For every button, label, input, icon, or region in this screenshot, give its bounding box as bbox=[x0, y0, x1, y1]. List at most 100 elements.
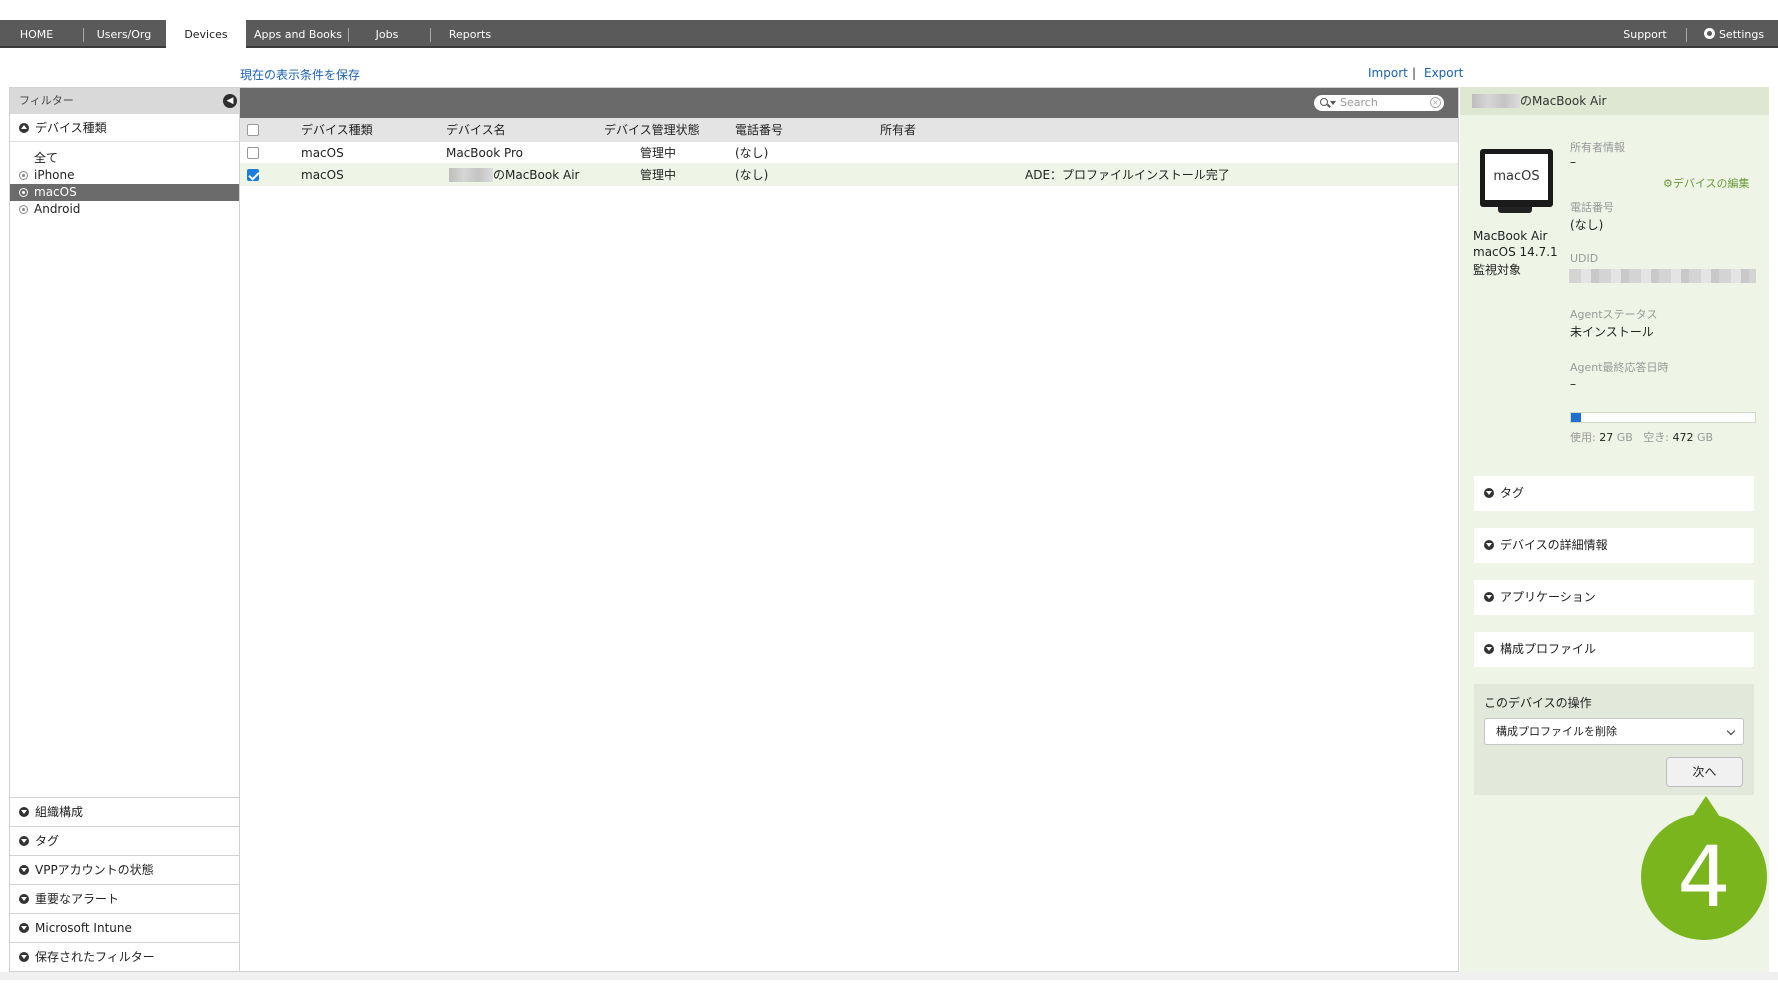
device-name-cell[interactable]: MacBook Pro bbox=[446, 142, 523, 164]
save-view-link[interactable]: 現在の表示条件を保存 bbox=[240, 66, 360, 83]
edit-device-link[interactable]: ⚙デバイスの編集 bbox=[1663, 175, 1750, 191]
configuration-profiles-card[interactable]: 構成プロファイル bbox=[1474, 632, 1754, 667]
storage-bar-fill bbox=[1571, 413, 1581, 422]
top-nav: HOME Users/Org Devices Apps and Books Jo… bbox=[0, 20, 1778, 50]
filter-section-label: 保存されたフィルター bbox=[35, 950, 155, 964]
column-header[interactable]: デバイス種類 bbox=[301, 118, 373, 142]
phone-label: 電話番号 bbox=[1570, 201, 1614, 214]
clear-icon[interactable]: × bbox=[1430, 97, 1441, 108]
column-header[interactable]: 電話番号 bbox=[735, 118, 783, 142]
tab-divider bbox=[430, 28, 431, 42]
phone-cell: (なし) bbox=[735, 146, 769, 160]
tab-divider bbox=[1686, 28, 1687, 42]
phone-value: (なし) bbox=[1570, 218, 1604, 232]
next-button[interactable]: 次へ bbox=[1666, 757, 1743, 787]
gear-icon bbox=[1703, 28, 1715, 39]
device-icon-label: macOS bbox=[1485, 154, 1548, 200]
storage-summary: 使用: 27 GB 空き: 472 GB bbox=[1570, 429, 1713, 445]
storage-unit: GB bbox=[1697, 431, 1714, 444]
agent-status-value: 未インストール bbox=[1570, 325, 1654, 339]
chevron-down-icon bbox=[1484, 644, 1494, 654]
tab-reports[interactable]: Reports bbox=[432, 20, 508, 48]
filter-section-alerts[interactable]: 重要なアラート bbox=[10, 884, 239, 913]
storage-bar bbox=[1570, 412, 1756, 423]
filter-title: フィルター bbox=[19, 94, 74, 107]
device-operations-box: このデバイスの操作 構成プロファイルを削除 次へ bbox=[1474, 684, 1754, 795]
tags-card[interactable]: タグ bbox=[1474, 476, 1754, 511]
chevron-down-icon bbox=[1484, 592, 1494, 602]
chevron-down-icon bbox=[19, 952, 29, 962]
radio-icon bbox=[19, 171, 28, 180]
device-type-all[interactable]: 全て bbox=[10, 150, 239, 167]
filter-section-label: 重要なアラート bbox=[35, 892, 120, 906]
tab-home[interactable]: HOME bbox=[0, 20, 73, 48]
table-row[interactable]: macOS のMacBook Air 管理中 (なし) ADE：プロファイルイン… bbox=[240, 164, 1458, 186]
tab-users-org[interactable]: Users/Org bbox=[84, 20, 164, 48]
column-header[interactable]: 所有者 bbox=[880, 118, 916, 142]
device-os: macOS 14.7.1 bbox=[1473, 245, 1558, 259]
device-type-cell: macOS bbox=[301, 146, 344, 160]
tab-jobs[interactable]: Jobs bbox=[350, 20, 424, 48]
column-header[interactable]: デバイス名 bbox=[446, 118, 506, 142]
operations-title: このデバイスの操作 bbox=[1484, 696, 1592, 710]
device-type-label: macOS bbox=[34, 185, 77, 199]
redacted-udid bbox=[1569, 269, 1756, 283]
agent-status-label: Agentステータス bbox=[1570, 308, 1658, 321]
table-row[interactable]: macOS MacBook Pro 管理中 (なし) bbox=[240, 142, 1458, 164]
filter-section-vpp[interactable]: VPPアカウントの状態 bbox=[10, 855, 239, 884]
filter-section-label: Microsoft Intune bbox=[35, 921, 132, 935]
filter-section-saved[interactable]: 保存されたフィルター bbox=[10, 942, 239, 971]
chevron-down-icon bbox=[1484, 488, 1494, 498]
chevron-down-icon bbox=[19, 807, 29, 817]
step-callout: 4 bbox=[1641, 814, 1767, 940]
radio-icon bbox=[19, 205, 28, 214]
device-details-card[interactable]: デバイスの詳細情報 bbox=[1474, 528, 1754, 563]
settings-label: Settings bbox=[1718, 28, 1765, 41]
device-type-section[interactable]: デバイス種類 bbox=[10, 114, 239, 142]
collapse-panel-icon[interactable]: ◀ bbox=[223, 94, 237, 108]
card-label: デバイスの詳細情報 bbox=[1500, 538, 1608, 552]
row-checkbox[interactable] bbox=[247, 169, 259, 181]
filter-section-label: VPPアカウントの状態 bbox=[35, 863, 154, 877]
filter-panel: フィルター ◀ デバイス種類 全て iPhone macOS Android 組… bbox=[9, 87, 240, 972]
settings-link[interactable]: Settings bbox=[1694, 20, 1774, 48]
filter-section-intune[interactable]: Microsoft Intune bbox=[10, 913, 239, 942]
filter-section-label: 組織構成 bbox=[35, 805, 84, 819]
column-header[interactable]: デバイス管理状態 bbox=[604, 118, 700, 142]
device-type-iphone[interactable]: iPhone bbox=[10, 167, 239, 184]
storage-used-label: 使用: bbox=[1570, 431, 1596, 444]
import-link[interactable]: Import bbox=[1368, 66, 1408, 80]
device-type-macos[interactable]: macOS bbox=[10, 184, 239, 201]
link-separator: | bbox=[1412, 66, 1417, 80]
card-label: 構成プロファイル bbox=[1500, 642, 1597, 656]
applications-card[interactable]: アプリケーション bbox=[1474, 580, 1754, 615]
table-toolbar: Search × bbox=[240, 88, 1458, 118]
select-all-checkbox[interactable] bbox=[247, 124, 259, 136]
agent-last-response-value: – bbox=[1570, 377, 1576, 391]
tab-apps-and-books[interactable]: Apps and Books bbox=[252, 20, 344, 48]
operation-select[interactable]: 構成プロファイルを削除 bbox=[1484, 718, 1744, 745]
status-note-cell: ADE：プロファイルインストール完了 bbox=[1025, 168, 1230, 182]
tab-devices[interactable]: Devices bbox=[166, 20, 246, 50]
chevron-down-icon bbox=[19, 836, 29, 846]
operation-selected-value: 構成プロファイルを削除 bbox=[1496, 725, 1617, 738]
supervised-badge: 監視対象 bbox=[1473, 263, 1522, 277]
caret-down-icon bbox=[1330, 101, 1336, 105]
search-input[interactable]: Search × bbox=[1314, 95, 1444, 111]
filter-section-org[interactable]: 組織構成 bbox=[10, 797, 239, 826]
chevron-down-icon bbox=[19, 894, 29, 904]
agent-last-response-label: Agent最終応答日時 bbox=[1570, 361, 1669, 374]
device-type-android[interactable]: Android bbox=[10, 201, 239, 218]
device-model: MacBook Air bbox=[1473, 229, 1548, 243]
udid-label: UDID bbox=[1570, 252, 1599, 265]
chevron-down-icon bbox=[19, 865, 29, 875]
chevron-down-icon bbox=[1726, 726, 1736, 736]
support-link[interactable]: Support bbox=[1610, 20, 1680, 48]
row-checkbox[interactable] bbox=[247, 147, 259, 159]
export-link[interactable]: Export bbox=[1424, 66, 1463, 80]
owner-value: – bbox=[1570, 155, 1576, 169]
chevron-down-icon bbox=[1484, 540, 1494, 550]
filter-section-tag[interactable]: タグ bbox=[10, 826, 239, 855]
gear-small-icon: ⚙ bbox=[1663, 177, 1673, 190]
device-name-cell[interactable]: のMacBook Air bbox=[449, 164, 579, 186]
